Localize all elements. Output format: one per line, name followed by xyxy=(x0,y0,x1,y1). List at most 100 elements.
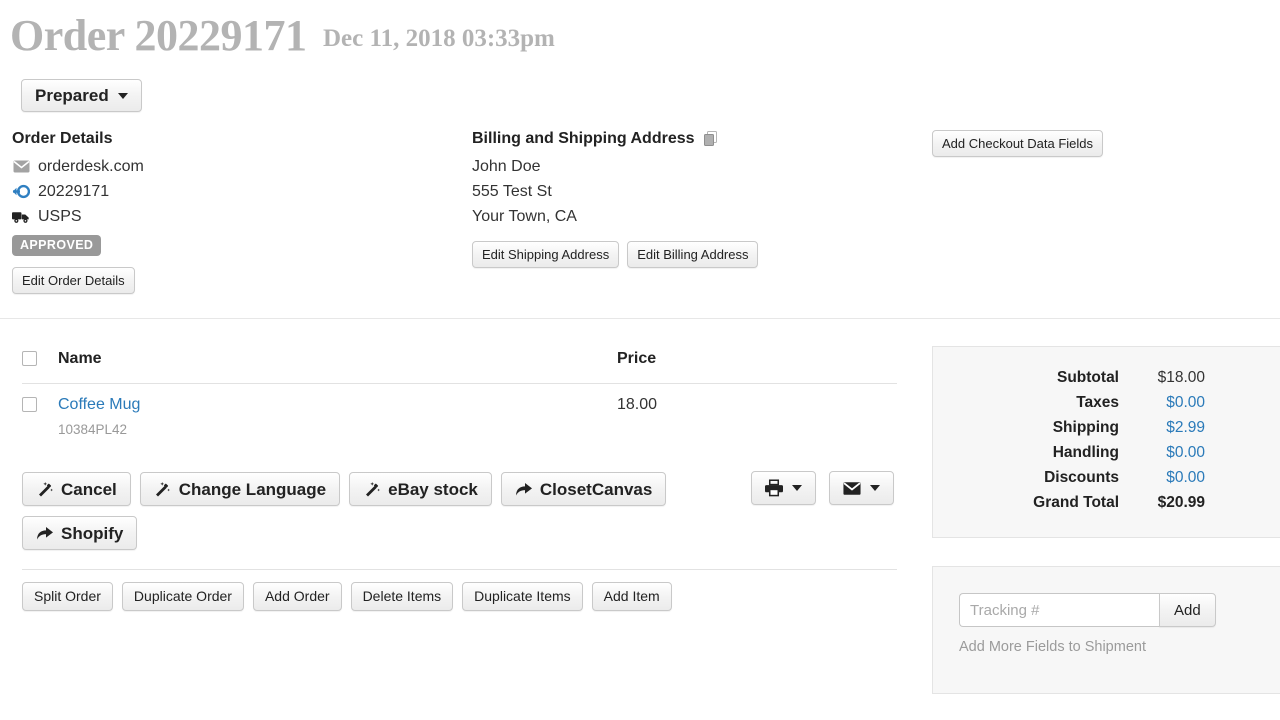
add-tracking-button[interactable]: Add xyxy=(1159,593,1216,627)
order-date: Dec 11, 2018 03:33pm xyxy=(322,25,555,52)
change-language-button[interactable]: Change Language xyxy=(139,472,341,506)
ebay-stock-button-label: eBay stock xyxy=(388,479,478,499)
address-street: 555 Test St xyxy=(472,183,552,200)
edit-shipping-address-button[interactable]: Edit Shipping Address xyxy=(472,241,620,268)
page-header: Order 20229171 Dec 11, 2018 03:33pm xyxy=(10,10,555,61)
totals-row-taxes: Taxes $0.00 xyxy=(933,394,1205,412)
totals-value[interactable]: $0.00 xyxy=(1119,444,1205,462)
address-heading-row: Billing and Shipping Address xyxy=(472,130,758,148)
totals-row-grand-total: Grand Total $20.99 xyxy=(933,494,1205,512)
address-section: Billing and Shipping Address John Doe 55… xyxy=(472,130,759,268)
order-detail-page: Order 20229171 Dec 11, 2018 03:33pm Prep… xyxy=(0,0,1280,720)
row-select-cell xyxy=(22,384,58,438)
address-heading: Billing and Shipping Address xyxy=(472,130,695,147)
item-actions-row-2: Shopify xyxy=(22,516,138,550)
add-item-button[interactable]: Add Item xyxy=(591,582,672,611)
totals-value[interactable]: $0.00 xyxy=(1119,394,1205,412)
totals-row-subtotal: Subtotal $18.00 xyxy=(933,369,1205,387)
totals-label: Handling xyxy=(1052,444,1119,461)
magic-wand-icon xyxy=(363,480,381,498)
chevron-down-icon xyxy=(117,92,128,99)
magic-wand-icon xyxy=(36,480,54,498)
page-title: Order 20229171 xyxy=(10,11,307,60)
carrier-value: USPS xyxy=(38,207,82,225)
magic-wand-icon xyxy=(154,480,172,498)
item-sku: 10384PL42 xyxy=(58,422,128,437)
item-actions-row-1: Cancel Change Language eBay stock Closet… xyxy=(22,472,667,506)
select-all-header xyxy=(22,350,58,384)
totals-label: Taxes xyxy=(1076,394,1119,411)
totals-value: $20.99 xyxy=(1157,494,1205,511)
column-header-price: Price xyxy=(617,350,897,384)
delete-items-button[interactable]: Delete Items xyxy=(350,582,454,611)
section-divider xyxy=(0,318,1280,319)
duplicate-order-button[interactable]: Duplicate Order xyxy=(121,582,244,611)
envelope-icon xyxy=(12,158,30,176)
order-status-dropdown[interactable]: Prepared xyxy=(21,79,142,112)
totals-row-handling: Handling $0.00 xyxy=(933,444,1205,462)
select-all-checkbox[interactable] xyxy=(22,351,37,367)
cancel-button-label: Cancel xyxy=(61,479,117,499)
share-arrow-icon xyxy=(515,480,533,498)
order-status-label: Prepared xyxy=(35,86,109,105)
shopify-button-label: Shopify xyxy=(61,523,124,543)
tracking-panel: Add Add More Fields to Shipment xyxy=(932,566,1280,694)
duplicate-items-button[interactable]: Duplicate Items xyxy=(462,582,583,611)
edit-order-details-button[interactable]: Edit Order Details xyxy=(12,267,135,294)
order-details-section: Order Details orderdesk.com 20229171 USP… xyxy=(12,130,144,294)
sign-in-arrow-icon xyxy=(12,183,30,201)
totals-value[interactable]: $0.00 xyxy=(1119,469,1205,487)
chevron-down-icon xyxy=(870,485,880,491)
item-price: 18.00 xyxy=(617,396,658,413)
add-checkout-data-fields-button[interactable]: Add Checkout Data Fields xyxy=(932,130,1104,157)
items-table: Name Price Coffee Mug 10384PL42 18.00 xyxy=(22,350,897,437)
truck-icon xyxy=(12,208,30,226)
email-dropdown-button[interactable] xyxy=(829,471,894,505)
totals-label: Subtotal xyxy=(1057,369,1119,386)
row-name-cell: Coffee Mug 10384PL42 xyxy=(58,384,617,437)
item-name-link[interactable]: Coffee Mug xyxy=(58,396,140,413)
envelope-icon xyxy=(843,479,861,497)
totals-value[interactable]: $2.99 xyxy=(1119,419,1205,437)
ebay-stock-button[interactable]: eBay stock xyxy=(349,472,492,506)
order-totals-panel: Subtotal $18.00 Taxes $0.00 Shipping $2.… xyxy=(932,346,1280,538)
copy-icon[interactable] xyxy=(702,130,720,148)
totals-row-shipping: Shipping $2.99 xyxy=(933,419,1205,437)
order-source-line: orderdesk.com xyxy=(12,154,144,179)
add-order-button[interactable]: Add Order xyxy=(252,582,342,611)
printer-icon xyxy=(765,479,783,497)
add-more-fields-link[interactable]: Add More Fields to Shipment xyxy=(959,639,1280,655)
order-actions-row: Split Order Duplicate Order Add Order De… xyxy=(22,582,672,611)
shopify-button[interactable]: Shopify xyxy=(22,516,138,550)
checkout-section: Add Checkout Data Fields xyxy=(932,130,1104,157)
chevron-down-icon xyxy=(792,485,802,491)
totals-label: Shipping xyxy=(1052,419,1119,436)
address-name: John Doe xyxy=(472,158,541,175)
status-badge: APPROVED xyxy=(12,235,102,256)
cancel-button[interactable]: Cancel xyxy=(22,472,131,506)
split-order-button[interactable]: Split Order xyxy=(22,582,113,611)
address-city-state: Your Town, CA xyxy=(472,208,577,225)
table-row: Coffee Mug 10384PL42 18.00 xyxy=(22,384,897,438)
address-buttons: Edit Shipping Address Edit Billing Addre… xyxy=(472,241,759,268)
totals-label: Grand Total xyxy=(1033,494,1119,511)
closetcanvas-button-label: ClosetCanvas xyxy=(539,479,653,499)
order-details-heading: Order Details xyxy=(12,130,113,147)
table-header-row: Name Price xyxy=(22,350,897,384)
carrier-line: USPS xyxy=(12,204,144,229)
order-number-line: 20229171 xyxy=(12,179,144,204)
tracking-number-input[interactable] xyxy=(959,593,1159,627)
edit-billing-address-button[interactable]: Edit Billing Address xyxy=(627,241,759,268)
share-arrow-icon xyxy=(36,524,54,542)
tracking-input-group: Add xyxy=(959,593,1280,627)
print-dropdown-button[interactable] xyxy=(751,471,816,505)
totals-value: $18.00 xyxy=(1157,369,1205,386)
print-email-actions xyxy=(751,471,894,505)
column-header-name: Name xyxy=(58,350,617,384)
closetcanvas-button[interactable]: ClosetCanvas xyxy=(500,472,667,506)
order-source-value: orderdesk.com xyxy=(38,157,144,175)
totals-label: Discounts xyxy=(1044,469,1119,486)
change-language-button-label: Change Language xyxy=(178,479,327,499)
row-select-checkbox[interactable] xyxy=(22,397,37,413)
actions-divider xyxy=(22,569,897,570)
